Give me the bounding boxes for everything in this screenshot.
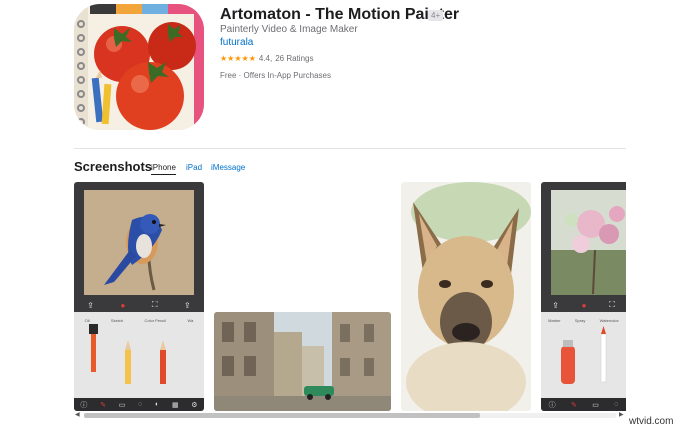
screenshot-3[interactable]	[401, 182, 531, 411]
settings-icon[interactable]: ⚙	[191, 401, 197, 409]
bulb-icon[interactable]: ◌	[138, 401, 142, 408]
brush-label[interactable]: Marker	[548, 318, 560, 323]
brush-label[interactable]: Spray	[575, 318, 585, 323]
street-painting	[214, 312, 391, 411]
fullscreen-icon[interactable]: ⛶	[152, 300, 158, 310]
document-icon[interactable]: ▭	[592, 401, 599, 409]
brush-icon[interactable]: ✎	[100, 401, 106, 409]
fullscreen-icon[interactable]: ⛶	[609, 300, 615, 310]
record-icon[interactable]: ●	[121, 301, 126, 310]
brush-label[interactable]: Watercolor	[600, 318, 619, 323]
brush-labels: Oil Sketch Color Pencil Wa	[74, 318, 204, 323]
rating-count: 26 Ratings	[275, 54, 314, 63]
app-tabbar: ⓘ ✎ ▭ ◌	[541, 398, 626, 411]
brush-icon[interactable]: ✎	[571, 401, 577, 409]
scroll-thumb[interactable]	[84, 413, 480, 418]
scroll-right-arrow[interactable]: ▶	[619, 411, 624, 418]
screenshots-heading: Screenshots	[74, 159, 153, 174]
section-divider	[74, 148, 626, 149]
tomato-app-icon	[74, 4, 204, 130]
rating-row: ★★★★★ 4.4, 26 Ratings	[220, 54, 313, 63]
screenshot-1[interactable]: ⇪ ● ⛶ ⇪ Oil Sketch Color Pencil Wa ⓘ ✎ ▭…	[74, 182, 204, 411]
brush-label[interactable]: Color Pencil	[145, 318, 167, 323]
brush-tools-illustration	[74, 312, 204, 398]
brush-label[interactable]: Oil	[85, 318, 90, 323]
rating-stars: ★★★★★	[220, 54, 256, 63]
screenshot-4[interactable]: ⇪ ● ⛶ Marker Spray Watercolor ⓘ ✎ ▭ ◌	[541, 182, 626, 411]
canvas-toolbar: ⇪ ● ⛶ ⇪	[74, 298, 204, 312]
share-icon[interactable]: ⇪	[184, 301, 191, 310]
screenshot-2[interactable]	[214, 312, 391, 411]
tab-imessage[interactable]: iMessage	[211, 163, 245, 172]
rating-value: 4.4	[258, 54, 270, 63]
app-tabbar: ⓘ ✎ ▭ ◌ ◐ ▦ ⚙	[74, 398, 204, 411]
document-icon[interactable]: ▭	[119, 401, 126, 409]
brush-panel	[74, 312, 204, 411]
brush-tools-illustration	[541, 312, 626, 398]
palette-icon[interactable]: ◐	[155, 401, 159, 408]
brush-label[interactable]: Sketch	[111, 318, 123, 323]
grid-icon[interactable]: ▦	[172, 401, 179, 409]
share-icon[interactable]: ⇪	[552, 301, 559, 310]
share-icon[interactable]: ⇪	[87, 301, 94, 310]
scroll-left-arrow[interactable]: ◀	[75, 411, 80, 418]
price-info: Free · Offers In-App Purchases	[220, 71, 332, 80]
blossom-painting	[551, 190, 626, 295]
brush-labels: Marker Spray Watercolor	[541, 318, 626, 323]
bulb-icon[interactable]: ◌	[614, 401, 618, 408]
bluebird-painting	[84, 190, 194, 295]
info-icon[interactable]: ⓘ	[549, 400, 556, 410]
brush-label[interactable]: Wa	[187, 318, 193, 323]
age-rating-badge: 4+	[428, 10, 444, 21]
app-icon	[74, 4, 204, 130]
app-subtitle: Painterly Video & Image Maker	[220, 24, 358, 35]
dog-painting	[401, 182, 531, 411]
painting-canvas	[84, 190, 194, 295]
tab-iphone[interactable]: iPhone	[151, 163, 176, 175]
record-icon[interactable]: ●	[582, 301, 587, 310]
rating-separator: ,	[269, 54, 273, 63]
app-title: Artomaton - The Motion Painter	[220, 6, 460, 23]
info-icon[interactable]: ⓘ	[80, 400, 87, 410]
painting-canvas	[551, 190, 626, 295]
developer-link[interactable]: futurala	[220, 37, 253, 48]
watermark: wtvid.com	[629, 416, 674, 427]
canvas-toolbar: ⇪ ● ⛶	[541, 298, 626, 312]
brush-panel	[541, 312, 626, 411]
tab-ipad[interactable]: iPad	[186, 163, 202, 172]
